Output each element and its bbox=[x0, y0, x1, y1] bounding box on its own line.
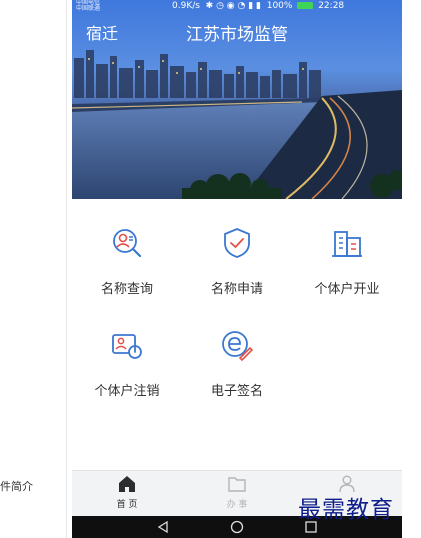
service-name-apply[interactable]: 名称申请 bbox=[182, 212, 292, 302]
tab-label: 办 事 bbox=[226, 500, 248, 510]
side-caption: 件简介 bbox=[0, 480, 33, 493]
city-selector[interactable]: 宿迁 bbox=[86, 20, 118, 44]
home-icon bbox=[119, 476, 135, 492]
service-label: 电子签名 bbox=[210, 384, 263, 399]
service-e-signature[interactable]: 电子签名 bbox=[182, 314, 292, 404]
tab-home[interactable]: 首 页 bbox=[72, 471, 182, 517]
shield-check-icon bbox=[224, 228, 250, 258]
signal-icons: ✱ ◷ ◉ ◔ ▮ ▮ bbox=[202, 1, 264, 11]
service-label: 个体户开业 bbox=[314, 282, 380, 297]
deregister-icon bbox=[112, 334, 142, 359]
building-icon bbox=[332, 231, 362, 257]
name-search-icon bbox=[113, 229, 142, 258]
service-label: 名称查询 bbox=[100, 282, 153, 297]
status-icons: 0.9K/s ✱ ◷ ◉ ◔ ▮ ▮ 100% 22:28 bbox=[172, 1, 344, 11]
e-signature-icon bbox=[222, 331, 254, 362]
clock: 22:28 bbox=[318, 1, 345, 11]
service-label: 名称申请 bbox=[210, 282, 263, 297]
status-bar: 中国电信 中国联通 0.9K/s ✱ ◷ ◉ ◔ ▮ ▮ 100% 22:28 bbox=[72, 0, 402, 14]
battery-icon bbox=[297, 2, 314, 9]
phone-screen: 中国电信 中国联通 0.9K/s ✱ ◷ ◉ ◔ ▮ ▮ 100% 22:28 … bbox=[72, 0, 402, 538]
network-speed: 0.9K/s bbox=[172, 1, 200, 11]
hero-banner: 中国电信 中国联通 0.9K/s ✱ ◷ ◉ ◔ ▮ ▮ 100% 22:28 … bbox=[72, 0, 402, 199]
service-business-close[interactable]: 个体户注销 bbox=[72, 314, 182, 404]
page-title: 江苏市场监管 bbox=[186, 25, 288, 45]
tab-services[interactable]: 办 事 bbox=[182, 471, 292, 517]
carrier-label: 中国电信 中国联通 bbox=[76, 0, 101, 12]
tab-label: 首 页 bbox=[116, 500, 138, 510]
left-divider bbox=[66, 0, 67, 538]
home-nav-icon[interactable] bbox=[230, 520, 244, 534]
service-label: 个体户注销 bbox=[94, 384, 160, 399]
service-name-search[interactable]: 名称查询 bbox=[72, 212, 182, 302]
battery-level: 100% bbox=[266, 1, 293, 11]
folder-icon bbox=[228, 477, 246, 492]
service-business-open[interactable]: 个体户开业 bbox=[292, 212, 402, 302]
watermark: 最需教育 bbox=[298, 497, 394, 523]
back-icon[interactable] bbox=[156, 520, 170, 534]
